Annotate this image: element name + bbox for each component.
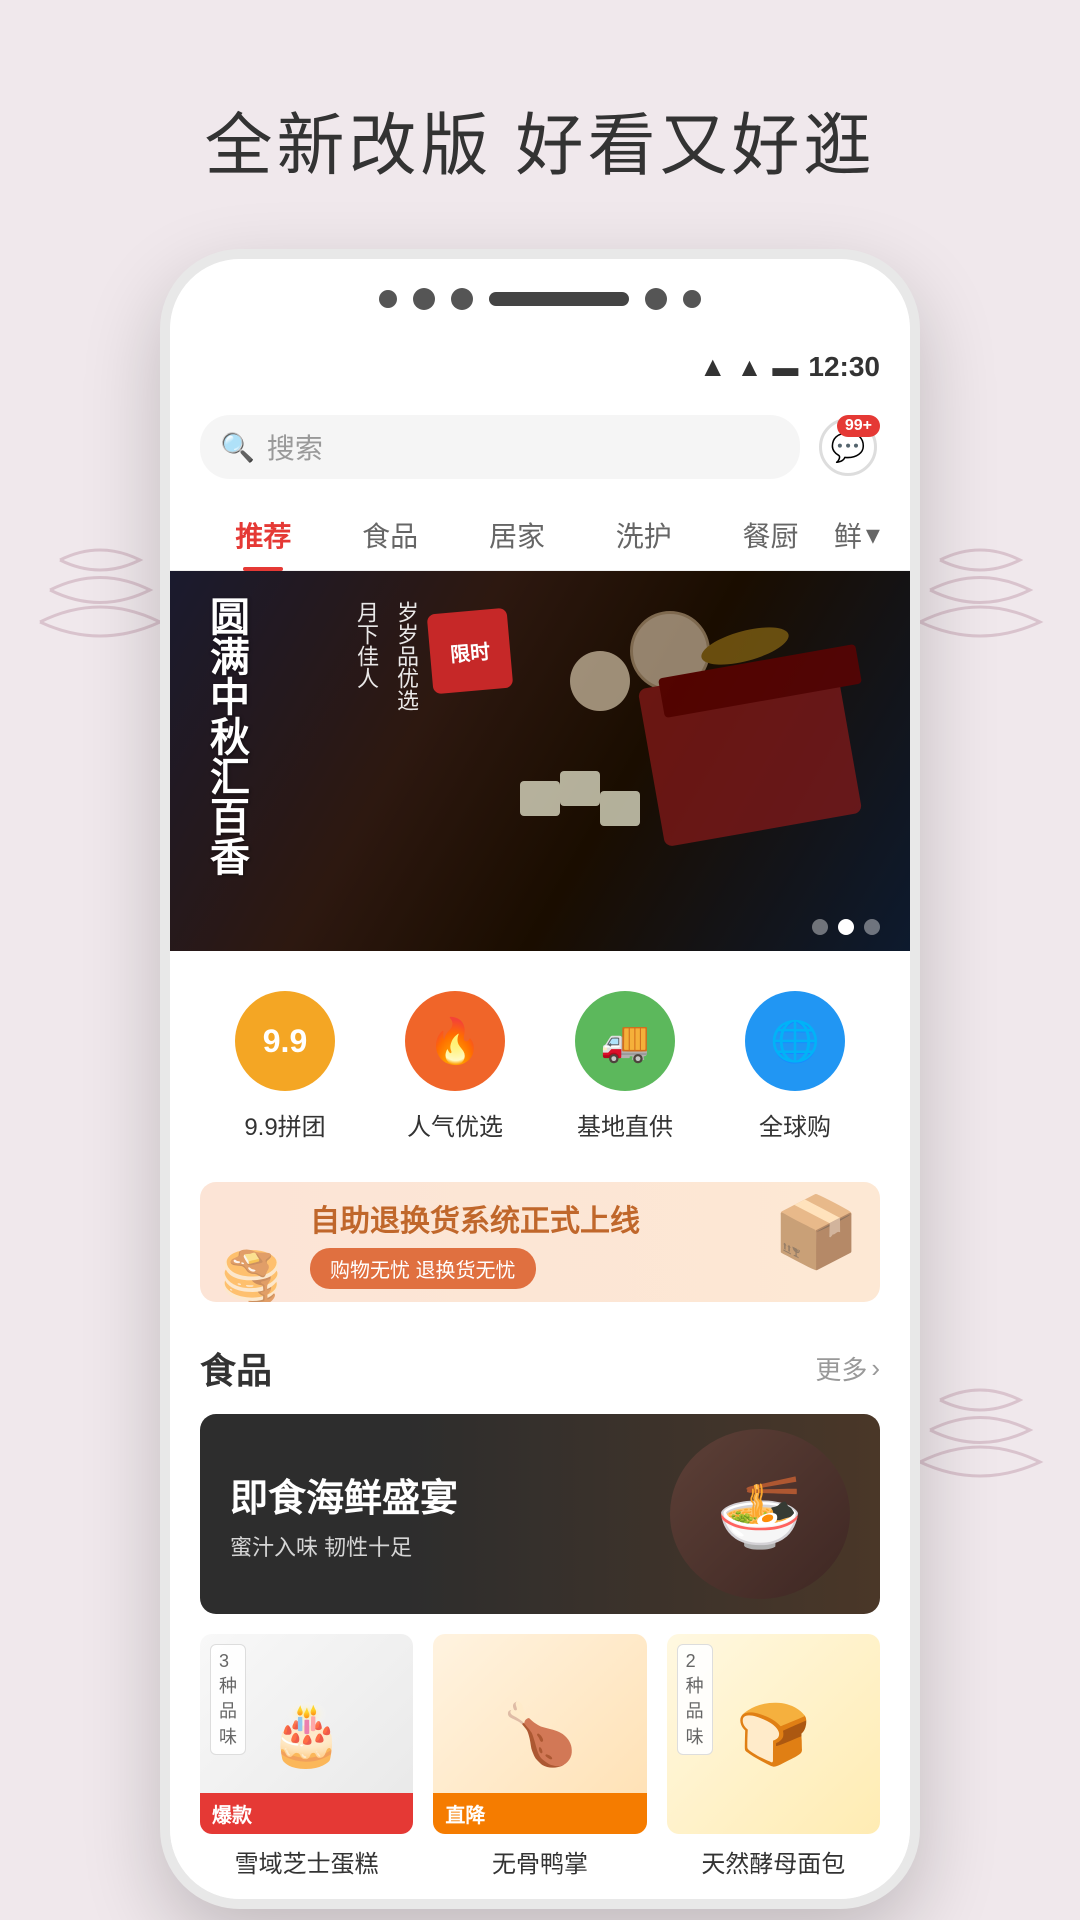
search-bar: 🔍 搜索 💬 99+: [170, 395, 910, 499]
wifi-icon: ▲: [699, 351, 727, 383]
food-banner-sub: 蜜汁入味 韧性十足: [230, 1530, 458, 1562]
status-icons: ▲ ▲ ▬ 12:30: [699, 351, 880, 383]
banner-sub-text-1: 月下佳人: [350, 601, 382, 689]
promo-box-deco: 📦: [773, 1192, 860, 1274]
global-icon: 🌐: [745, 991, 845, 1091]
banner-sub-text-2: 岁岁品优选: [390, 601, 422, 711]
banner-text: 圆满中秋汇百香: [200, 596, 252, 876]
global-label: 全球购: [759, 1107, 831, 1142]
promo-main-text: 自助退换货系统正式上线: [310, 1196, 850, 1240]
varieties-badge-bread: 2种品味: [677, 1644, 713, 1755]
popular-label: 人气优选: [407, 1107, 503, 1142]
food-banner[interactable]: 即食海鲜盛宴 蜜汁入味 韧性十足 🍜: [200, 1414, 880, 1614]
search-placeholder: 搜索: [267, 427, 323, 467]
category-tabs: 推荐 食品 居家 洗护 餐厨 鲜 ▾: [170, 499, 910, 571]
direct-icon: 🚚: [575, 991, 675, 1091]
tab-kitchen[interactable]: 餐厨: [707, 499, 834, 571]
product-card-cake[interactable]: 🎂 3种品味 爆款 雪域芝士蛋糕: [200, 1634, 413, 1879]
product-badge-hot: 爆款: [200, 1793, 413, 1834]
quick-icons-row: 9.9 9.9拼团 🔥 人气优选 🚚 基地直供 🌐 全球购: [170, 951, 910, 1182]
varieties-badge-cake: 3种品味: [210, 1644, 246, 1755]
quick-item-global[interactable]: 🌐 全球购: [745, 991, 845, 1142]
signal-icon: ▲: [737, 352, 763, 383]
chevron-right-icon: ›: [871, 1353, 880, 1384]
food-banner-title: 即食海鲜盛宴: [230, 1467, 458, 1522]
message-button[interactable]: 💬 99+: [816, 415, 880, 479]
chevron-down-icon: ▾: [866, 518, 880, 551]
promo-deco-coins: 🥞: [220, 1248, 282, 1302]
search-input-wrap[interactable]: 🔍 搜索: [200, 415, 800, 479]
product-image-duck: 🍗 直降: [433, 1634, 646, 1834]
main-banner[interactable]: 圆满中秋汇百香 月下佳人 岁岁品优选 限时: [170, 571, 910, 951]
product-badge-discount: 直降: [433, 1793, 646, 1834]
quick-item-group-buy[interactable]: 9.9 9.9拼团: [235, 991, 335, 1142]
product-name-cake: 雪域芝士蛋糕: [200, 1844, 413, 1879]
tab-home[interactable]: 居家: [454, 499, 581, 571]
time-display: 12:30: [808, 351, 880, 383]
group-buy-icon: 9.9: [235, 991, 335, 1091]
battery-icon: ▬: [772, 352, 798, 383]
promo-sub-btn: 购物无忧 退换货无忧: [310, 1248, 536, 1289]
direct-label: 基地直供: [577, 1107, 673, 1142]
message-badge: 99+: [837, 415, 880, 437]
promo-banner[interactable]: 🥞 自助退换货系统正式上线 购物无忧 退换货无忧 📦: [200, 1182, 880, 1302]
phone-dot: [451, 288, 473, 310]
phone-dot: [379, 290, 397, 308]
section-more-btn[interactable]: 更多 ›: [815, 1350, 880, 1387]
section-title: 食品: [200, 1342, 272, 1394]
tab-recommend[interactable]: 推荐: [200, 499, 327, 571]
product-card-bread[interactable]: 🍞 2种品味 天然酵母面包: [667, 1634, 880, 1879]
food-banner-text: 即食海鲜盛宴 蜜汁入味 韧性十足: [230, 1467, 458, 1562]
section-header: 食品 更多 ›: [170, 1332, 910, 1414]
promo-text-area: 自助退换货系统正式上线 购物无忧 退换货无忧: [310, 1196, 850, 1289]
product-name-duck: 无骨鸭掌: [433, 1844, 646, 1879]
phone-dot: [683, 290, 701, 308]
search-icon: 🔍: [220, 431, 255, 464]
popular-icon: 🔥: [405, 991, 505, 1091]
phone-dot: [413, 288, 435, 310]
product-grid: 🎂 3种品味 爆款 雪域芝士蛋糕 🍗 直降 无骨鸭掌: [170, 1614, 910, 1899]
tab-care[interactable]: 洗护: [580, 499, 707, 571]
phone-frame: ▲ ▲ ▬ 12:30 🔍 搜索 💬 99+ 推荐 食品 居家 洗护 餐厨: [160, 249, 920, 1909]
quick-item-popular[interactable]: 🔥 人气优选: [405, 991, 505, 1142]
phone-top-bar: [170, 259, 910, 339]
screen: ▲ ▲ ▬ 12:30 🔍 搜索 💬 99+ 推荐 食品 居家 洗护 餐厨: [170, 339, 910, 1899]
group-buy-label: 9.9拼团: [244, 1107, 325, 1142]
phone-speaker: [489, 292, 629, 306]
product-image-cake: 🎂 3种品味 爆款: [200, 1634, 413, 1834]
product-name-bread: 天然酵母面包: [667, 1844, 880, 1879]
banner-seal: 限时: [427, 608, 514, 695]
product-card-duck[interactable]: 🍗 直降 无骨鸭掌: [433, 1634, 646, 1879]
status-bar: ▲ ▲ ▬ 12:30: [170, 339, 910, 395]
phone-dot: [645, 288, 667, 310]
banner-main-text: 圆满中秋汇百香: [200, 596, 252, 876]
food-section: 食品 更多 › 即食海鲜盛宴 蜜汁入味 韧性十足 🍜: [170, 1332, 910, 1899]
quick-item-direct[interactable]: 🚚 基地直供: [575, 991, 675, 1142]
tab-fresh[interactable]: 鲜 ▾: [834, 515, 880, 555]
product-image-bread: 🍞 2种品味: [667, 1634, 880, 1834]
page-title: 全新改版 好看又好逛: [0, 0, 1080, 249]
tab-food[interactable]: 食品: [327, 499, 454, 571]
